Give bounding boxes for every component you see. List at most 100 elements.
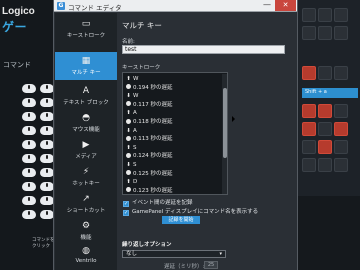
keyboard-key-highlighted[interactable]: [302, 122, 316, 136]
keyboard-key[interactable]: [318, 122, 332, 136]
keystroke-row[interactable]: 0.117 秒の遅延: [125, 101, 221, 109]
repeat-options-select[interactable]: なし ▾: [122, 250, 226, 258]
keyboard-key-highlighted[interactable]: [302, 66, 316, 80]
mouse-command-icon[interactable]: [22, 196, 36, 205]
keyboard-key[interactable]: [302, 140, 316, 154]
gamepanel-label: GamePanel ディスプレイにコマンド名を表示する: [132, 209, 259, 215]
gamepanel-option[interactable]: ✓ GamePanel ディスプレイにコマンド名を表示する: [123, 208, 258, 216]
mouse-command-icon[interactable]: [40, 154, 54, 163]
mouse-command-icon[interactable]: [22, 112, 36, 121]
mouse-command-icon[interactable]: [40, 210, 54, 219]
keystroke-row[interactable]: ⬇ A: [125, 127, 221, 135]
clock-icon: [126, 84, 131, 90]
mouse-command-icon[interactable]: [22, 154, 36, 163]
nav-item-label: ショートカット: [66, 208, 106, 214]
keyboard-key[interactable]: [334, 8, 348, 22]
keystroke-row[interactable]: 0.118 秒の遅延: [125, 118, 221, 126]
mouse-command-icon[interactable]: [40, 182, 54, 191]
keystroke-row[interactable]: 0.124 秒の遅延: [125, 152, 221, 160]
nav-item-label: マウス機能: [72, 127, 100, 133]
keyboard-key[interactable]: [302, 8, 316, 22]
scroll-thumb[interactable]: [222, 88, 227, 158]
keystroke-list[interactable]: ⬆ W 0.194 秒の遅延 ⬇ W 0.117 秒の遅延 ⬆ A 0.118 秒の遅延 ⬇ A 0.…: [122, 72, 228, 195]
mouse-command-icon[interactable]: [40, 112, 54, 121]
keystroke-text: A: [133, 127, 137, 134]
nav-item-media[interactable]: ▶ メディア: [55, 136, 117, 164]
arrow-up-icon: ⬆: [126, 179, 131, 186]
shortcut-icon: ↗: [82, 194, 90, 204]
keystroke-row[interactable]: 0.113 秒の遅延: [125, 135, 221, 143]
keyboard-key[interactable]: [334, 26, 348, 40]
mouse-command-icon[interactable]: [40, 84, 54, 93]
mouse-command-icon[interactable]: [22, 168, 36, 177]
nav-item-ventrilo[interactable]: ◍ Ventrilo: [55, 242, 117, 270]
keystroke-row[interactable]: ⬆ S: [125, 144, 221, 152]
name-input[interactable]: [122, 45, 285, 54]
keystroke-row[interactable]: ⬇ W: [125, 92, 221, 100]
background-brand: Logico: [2, 6, 35, 17]
keystroke-text: W: [133, 93, 139, 100]
mouse-command-icon[interactable]: [22, 140, 36, 149]
delay-input[interactable]: 25: [204, 261, 218, 269]
nav-item-text-block[interactable]: A テキスト ブロック: [55, 82, 117, 110]
nav-item-shortcut[interactable]: ↗ ショートカット: [55, 190, 117, 218]
nav-item-multikey[interactable]: ▦ マルチ キー: [55, 52, 117, 80]
mouse-command-icon[interactable]: [40, 140, 54, 149]
keyboard-key[interactable]: [334, 104, 348, 118]
clock-icon: [126, 118, 131, 124]
keystroke-text: W: [133, 76, 139, 82]
keyboard-key[interactable]: [334, 140, 348, 154]
keyboard-key[interactable]: [318, 66, 332, 80]
mouse-icon: ◓: [82, 113, 90, 123]
record-delays-option[interactable]: ✓ イベント間の遅延を記録: [123, 199, 193, 207]
record-button[interactable]: 記録を開始: [162, 216, 200, 224]
clock-icon: [126, 101, 131, 107]
mouse-command-icon[interactable]: [22, 210, 36, 219]
close-button[interactable]: ✕: [275, 0, 296, 11]
minimize-button[interactable]: —: [261, 1, 273, 10]
keystroke-row[interactable]: ⬆ D: [125, 178, 221, 186]
keystroke-row[interactable]: ⬆ A: [125, 109, 221, 117]
keyboard-key[interactable]: [302, 158, 316, 172]
keystroke-row[interactable]: 0.194 秒の遅延: [125, 84, 221, 92]
nav-item-mouse[interactable]: ◓ マウス機能: [55, 109, 117, 137]
keystroke-row[interactable]: ⬇ S: [125, 161, 221, 169]
nav-item-keystroke[interactable]: ▭ キーストローク: [55, 15, 117, 43]
mouse-command-icon[interactable]: [22, 126, 36, 135]
keyboard-key-highlighted[interactable]: [302, 104, 316, 118]
mouse-command-icon[interactable]: [40, 196, 54, 205]
mouse-command-icon[interactable]: [22, 84, 36, 93]
keyboard-key-highlighted[interactable]: [334, 122, 348, 136]
media-icon: ▶: [82, 140, 90, 150]
mouse-cursor: [232, 116, 235, 122]
clock-icon: [126, 170, 131, 176]
nav-item-function[interactable]: ⚙ 機能: [55, 217, 117, 245]
nav-item-label: 機能: [80, 235, 92, 241]
keyboard-key-highlighted[interactable]: [318, 104, 332, 118]
keystroke-row[interactable]: 0.125 秒の遅延: [125, 170, 221, 178]
record-delays-checkbox[interactable]: ✓: [123, 201, 129, 207]
nav-item-label: メディア: [75, 154, 97, 160]
keyboard-key[interactable]: [302, 26, 316, 40]
mouse-command-icon[interactable]: [22, 98, 36, 107]
keyboard-key[interactable]: [318, 8, 332, 22]
mouse-command-icon[interactable]: [40, 126, 54, 135]
gamepanel-checkbox[interactable]: ✓: [123, 210, 129, 216]
mouse-command-icon[interactable]: [22, 182, 36, 191]
mouse-command-icon[interactable]: [40, 168, 54, 177]
keyboard-key[interactable]: [318, 158, 332, 172]
key-assignment-label: Shift + a: [305, 89, 327, 95]
keyboard-key[interactable]: [334, 158, 348, 172]
multikey-icon: ▦: [81, 56, 91, 66]
keyboard-key[interactable]: [334, 66, 348, 80]
keystroke-text: S: [133, 144, 137, 151]
nav-item-hotkey[interactable]: ⚡ ホットキー: [55, 163, 117, 191]
keystroke-row[interactable]: ⬆ W: [125, 75, 221, 83]
nav-item-label: Ventrilo: [75, 258, 97, 264]
mouse-command-icon[interactable]: [40, 98, 54, 107]
keystroke-row[interactable]: 0.123 秒の遅延: [125, 187, 221, 194]
keyboard-key-highlighted[interactable]: [318, 140, 332, 154]
keyboard-key[interactable]: [318, 26, 332, 40]
keystroke-scrollbar[interactable]: [222, 74, 227, 194]
title-bar[interactable]: G コマンド エディタ — ✕: [54, 0, 297, 12]
